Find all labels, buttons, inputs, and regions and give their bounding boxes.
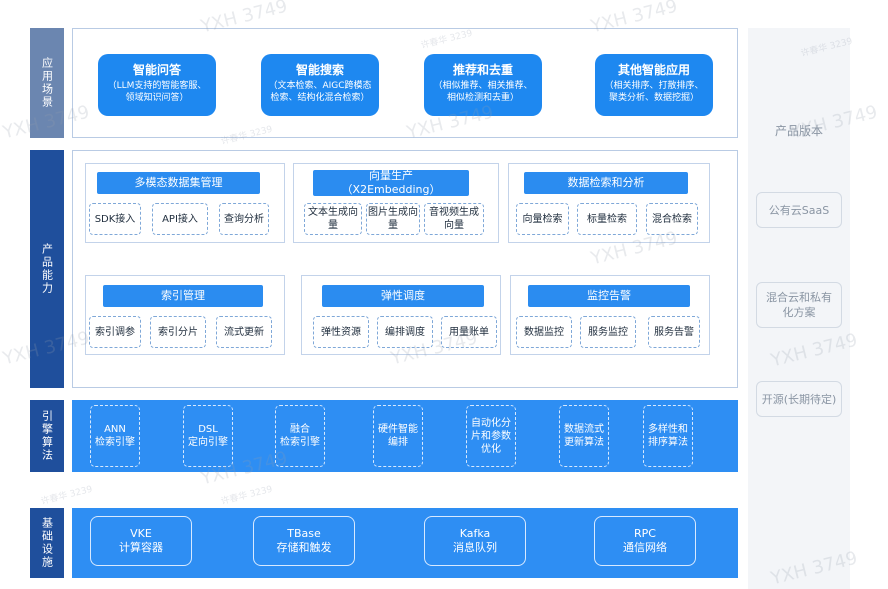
engine-diversity-rank: 多样性和 排序算法 [643, 405, 693, 467]
infra-desc: 存储和触发 [276, 541, 332, 554]
cap-title-embedding: 向量生产 （X2Embedding） [313, 169, 469, 196]
watermark-small: 许春华 3239 [39, 484, 94, 508]
version-title: 产品版本 [774, 124, 823, 138]
cap-title-index: 索引管理 [103, 285, 263, 307]
cap-title-text: 弹性调度 [381, 289, 425, 302]
app-pill-recommend: 推荐和去重 （相似推荐、相关推荐、相似检测和去重） [424, 54, 542, 116]
chip-vector-search: 向量检索 [516, 203, 569, 235]
engine-line: 数据流式 [564, 424, 604, 435]
infra-kafka: Kafka 消息队列 [424, 516, 526, 566]
chip-image-vector: 图片生成向量 [366, 203, 420, 235]
cap-title-elastic: 弹性调度 [322, 285, 484, 307]
app-title: 推荐和去重 [452, 63, 513, 77]
infra-name: VKE [130, 527, 152, 540]
engine-dsl: DSL 定向引擎 [183, 405, 233, 467]
engine-line: 片和参数 [471, 430, 511, 442]
row-label-engine: 引擎算法 [30, 400, 64, 472]
row-label-application: 应用场景 [30, 28, 64, 138]
app-subtitle: （文本检索、AIGC跨模态检索、结构化混合检索） [268, 81, 372, 103]
app-pill-other: 其他智能应用 （相关排序、打散排序、聚类分析、数据挖掘） [595, 54, 713, 116]
engine-line: 检索引擎 [95, 437, 135, 448]
app-subtitle: （相似推荐、相关推荐、相似检测和去重） [433, 81, 533, 103]
infra-desc: 消息队列 [453, 541, 497, 554]
engine-line: ANN [104, 424, 126, 435]
engine-line: 融合 [290, 424, 310, 435]
engine-line: 自动化分 [471, 417, 511, 429]
chip-text-vector: 文本生成向量 [304, 203, 362, 235]
chip-api: API接入 [152, 203, 208, 235]
app-pill-search: 智能搜索 （文本检索、AIGC跨模态检索、结构化混合检索） [261, 54, 379, 116]
engine-fusion: 融合 检索引擎 [275, 405, 325, 467]
version-public-saas: 公有云SaaS [756, 192, 842, 228]
engine-ann: ANN 检索引擎 [90, 405, 140, 467]
version-hybrid-private: 混合云和私有化方案 [756, 282, 842, 328]
engine-line: 编排 [388, 437, 408, 448]
app-title: 智能搜索 [295, 63, 344, 77]
app-title: 智能问答 [132, 63, 181, 77]
chip-hybrid-search: 混合检索 [646, 203, 698, 235]
cap-title-text: 数据检索和分析 [567, 176, 645, 189]
row-label-infrastructure: 基础设施 [30, 508, 64, 578]
infra-name: Kafka [459, 527, 491, 540]
engine-line: 更新算法 [564, 437, 604, 448]
engine-line: 定向引擎 [188, 437, 228, 448]
infra-tbase: TBase 存储和触发 [253, 516, 355, 566]
cap-title-text: 向量生产 [369, 169, 413, 182]
chip-data-monitor: 数据监控 [516, 316, 572, 348]
engine-line: 排序算法 [648, 437, 688, 448]
app-title: 其他智能应用 [617, 63, 690, 77]
engine-line: 检索引擎 [280, 437, 320, 448]
chip-index-shard: 索引分片 [150, 316, 206, 348]
cap-title-monitor: 监控告警 [528, 285, 690, 307]
engine-line: DSL [198, 424, 218, 435]
watermark-small: 许春华 3239 [219, 484, 274, 508]
chip-stream-update: 流式更新 [216, 316, 272, 348]
cap-title-text: 多模态数据集管理 [134, 176, 223, 189]
infra-name: TBase [287, 527, 321, 540]
chip-elastic-resource: 弹性资源 [313, 316, 369, 348]
infra-rpc: RPC 通信网络 [594, 516, 696, 566]
chip-scalar-search: 标量检索 [577, 203, 637, 235]
chip-orchestration: 编排调度 [377, 316, 433, 348]
app-pill-qa: 智能问答 （LLM支持的智能客服、领域知识问答） [98, 54, 216, 116]
cap-title-search: 数据检索和分析 [524, 172, 688, 194]
cap-title-sub: （X2Embedding） [341, 183, 441, 196]
chip-usage-bill: 用量账单 [441, 316, 497, 348]
engine-stream-update: 数据流式 更新算法 [559, 405, 609, 467]
chip-sdk: SDK接入 [89, 203, 141, 235]
engine-auto-shard: 自动化分 片和参数 优化 [466, 405, 516, 467]
app-subtitle: （相关排序、打散排序、聚类分析、数据挖掘） [604, 81, 704, 103]
chip-index-tuning: 索引调参 [89, 316, 141, 348]
infra-vke: VKE 计算容器 [90, 516, 192, 566]
engine-line: 优化 [481, 443, 501, 455]
app-subtitle: （LLM支持的智能客服、领域知识问答） [107, 81, 207, 103]
cap-title-text: 监控告警 [587, 289, 631, 302]
chip-service-monitor: 服务监控 [580, 316, 636, 348]
infra-name: RPC [634, 527, 656, 540]
infra-desc: 通信网络 [623, 541, 667, 554]
cap-title-text: 索引管理 [161, 289, 205, 302]
chip-service-alert: 服务告警 [648, 316, 700, 348]
chip-av-vector: 音视频生成向量 [424, 203, 484, 235]
engine-hardware: 硬件智能 编排 [373, 405, 423, 467]
chip-query-analysis: 查询分析 [219, 203, 269, 235]
cap-title-dataset: 多模态数据集管理 [97, 172, 260, 194]
row-label-capability: 产品能力 [30, 150, 64, 388]
engine-line: 硬件智能 [378, 424, 418, 435]
engine-line: 多样性和 [648, 424, 688, 435]
version-open-source: 开源(长期待定) [756, 381, 842, 417]
infra-desc: 计算容器 [119, 541, 163, 554]
